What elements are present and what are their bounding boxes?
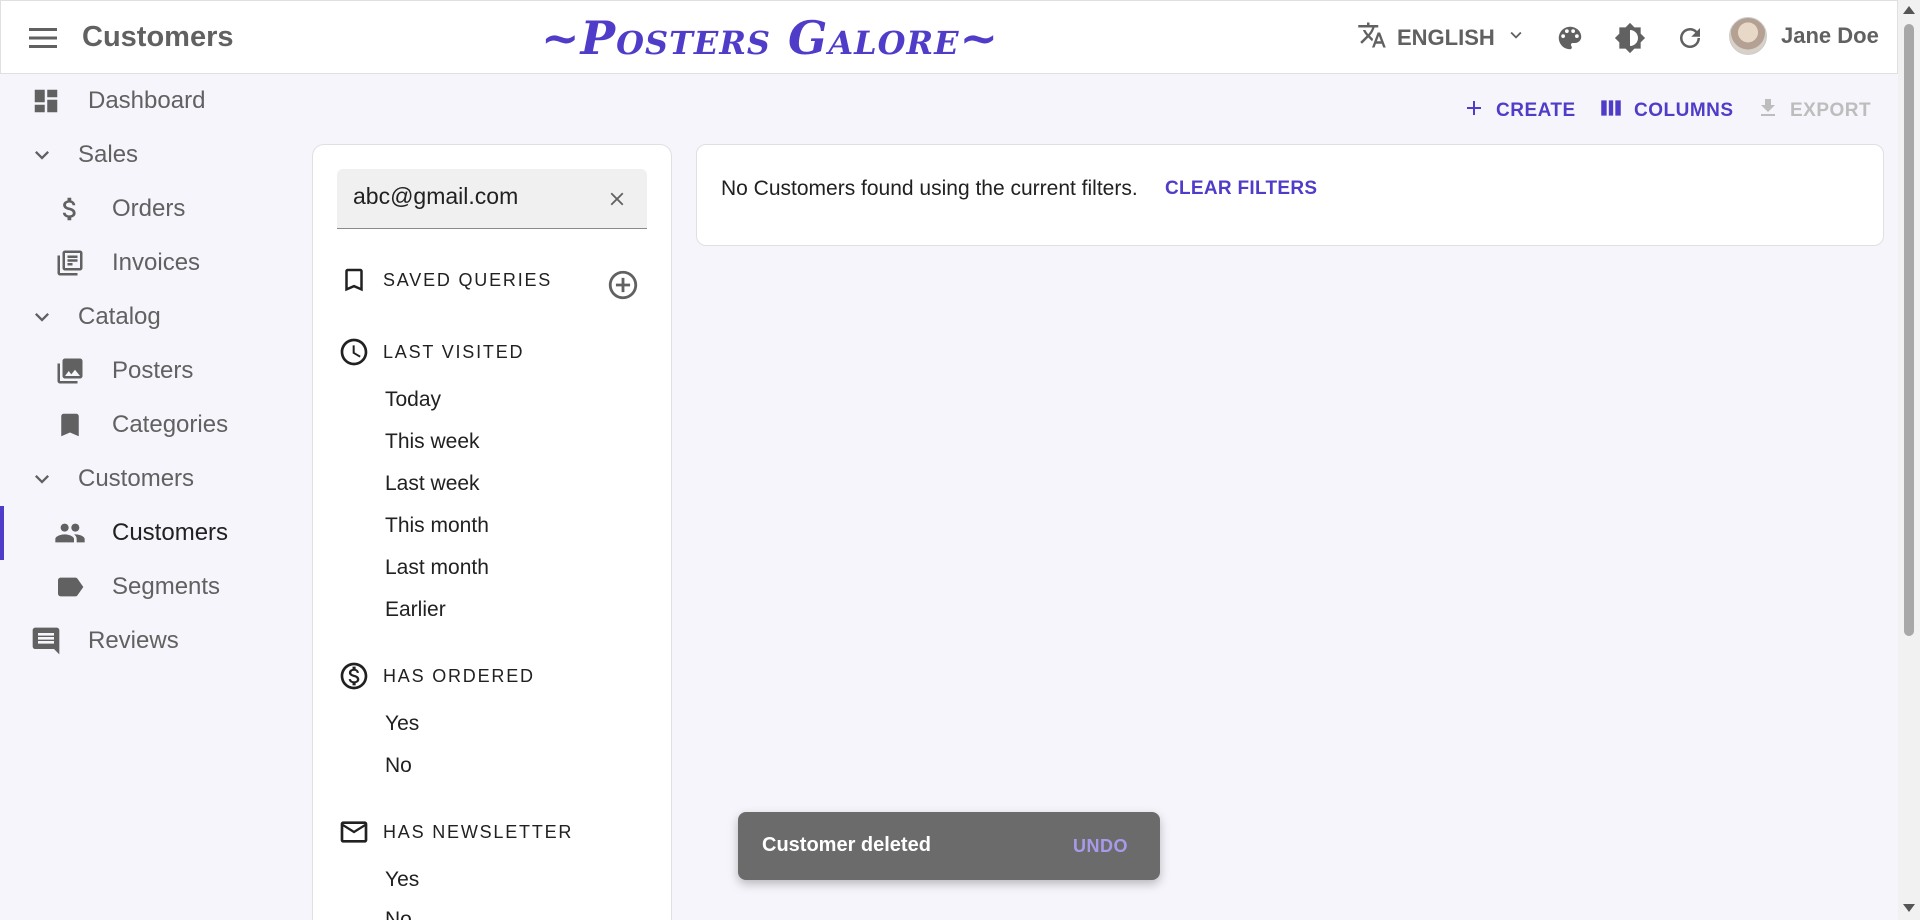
undo-button[interactable]: UNDO	[1073, 836, 1128, 857]
palette-icon[interactable]	[1551, 19, 1589, 57]
filter-option-last-month[interactable]: Last month	[385, 556, 489, 580]
sidebar-item-label: Reviews	[88, 627, 179, 654]
filter-option-newsletter-no[interactable]: No	[385, 908, 412, 920]
page-scrollbar[interactable]	[1898, 0, 1920, 920]
filter-option-ordered-yes[interactable]: Yes	[385, 712, 419, 736]
has-ordered-header: HAS ORDERED	[337, 659, 533, 693]
sidebar-item-categories[interactable]: Categories	[0, 398, 300, 452]
sidebar-item-customers[interactable]: Customers	[0, 506, 300, 560]
last-visited-header: LAST VISITED	[337, 335, 523, 369]
has-newsletter-label: HAS NEWSLETTER	[383, 821, 574, 842]
snackbar: Customer deleted UNDO	[738, 812, 1160, 880]
create-label: CREATE	[1496, 100, 1576, 121]
dashboard-icon	[30, 85, 62, 117]
scroll-up-icon[interactable]	[1903, 6, 1915, 14]
sidebar-item-label: Segments	[112, 573, 221, 600]
sidebar-item-label: Invoices	[112, 249, 201, 276]
sidebar-item-orders[interactable]: Orders	[0, 182, 300, 236]
avatar	[1729, 17, 1767, 55]
page-title: Customers	[82, 21, 234, 53]
sidebar-group-label: Catalog	[78, 303, 161, 330]
filter-option-today[interactable]: Today	[385, 388, 441, 412]
chevron-down-icon	[1505, 24, 1527, 52]
collections-icon	[54, 355, 86, 387]
app-bar: Customers ~Posters Galore~ ENGLISH Jane …	[0, 0, 1898, 74]
sidebar-item-dashboard[interactable]: Dashboard	[0, 74, 300, 128]
sidebar-item-label: Orders	[112, 195, 186, 222]
refresh-icon[interactable]	[1671, 19, 1709, 57]
dollar-icon	[54, 193, 86, 225]
scrollbar-thumb[interactable]	[1904, 24, 1914, 636]
has-newsletter-header: HAS NEWSLETTER	[337, 815, 571, 849]
filter-option-this-week[interactable]: This week	[385, 430, 480, 454]
snackbar-message: Customer deleted	[762, 834, 931, 856]
columns-label: COLUMNS	[1634, 100, 1734, 121]
people-icon	[54, 517, 86, 549]
sidebar-group-label: Customers	[78, 465, 195, 492]
mail-icon	[337, 815, 371, 849]
brand-logo: ~Posters Galore~	[541, 11, 1000, 65]
add-icon	[1462, 96, 1486, 126]
user-menu[interactable]: Jane Doe	[1729, 17, 1879, 55]
dollar-circle-icon	[337, 659, 371, 693]
has-ordered-label: HAS ORDERED	[383, 665, 535, 686]
clear-filters-button[interactable]: CLEAR FILTERS	[1165, 178, 1317, 200]
scroll-down-icon[interactable]	[1903, 904, 1915, 912]
filter-sidebar: SAVED QUERIES LAST VISITED Today This we…	[312, 144, 672, 920]
sidebar-item-label: Customers	[112, 519, 229, 546]
sidebar-group-label: Sales	[78, 141, 139, 168]
bookmark-outline-icon	[337, 263, 371, 297]
filter-option-newsletter-yes[interactable]: Yes	[385, 868, 419, 892]
saved-queries-header: SAVED QUERIES	[337, 263, 550, 297]
library-books-icon	[54, 247, 86, 279]
export-button[interactable]: EXPORT	[1756, 96, 1871, 126]
menu-icon[interactable]	[25, 20, 61, 56]
bookmark-icon	[54, 409, 86, 441]
sidebar-item-invoices[interactable]: Invoices	[0, 236, 300, 290]
chevron-down-icon	[26, 139, 58, 171]
filter-option-this-month[interactable]: This month	[385, 514, 489, 538]
label-icon	[54, 571, 86, 603]
empty-message: No Customers found using the current fil…	[721, 177, 1138, 200]
sidebar-item-label: Posters	[112, 357, 194, 384]
view-column-icon	[1598, 95, 1624, 127]
sidebar-item-reviews[interactable]: Reviews	[0, 614, 300, 668]
chevron-down-icon	[26, 301, 58, 333]
sidebar-group-customers[interactable]: Customers	[0, 452, 300, 506]
filter-option-last-week[interactable]: Last week	[385, 472, 480, 496]
sidebar-item-posters[interactable]: Posters	[0, 344, 300, 398]
sidebar-item-label: Dashboard	[88, 87, 206, 114]
columns-button[interactable]: COLUMNS	[1598, 96, 1734, 126]
language-selector[interactable]: ENGLISH	[1357, 19, 1527, 57]
translate-icon	[1357, 20, 1387, 56]
user-name: Jane Doe	[1781, 23, 1879, 48]
clear-icon[interactable]	[603, 185, 631, 213]
create-button[interactable]: CREATE	[1462, 96, 1576, 126]
filter-option-earlier[interactable]: Earlier	[385, 598, 446, 622]
add-circle-icon[interactable]	[605, 267, 641, 303]
chevron-down-icon	[26, 463, 58, 495]
language-label: ENGLISH	[1397, 25, 1495, 50]
saved-queries-label: SAVED QUERIES	[383, 269, 553, 290]
download-icon	[1756, 96, 1780, 126]
search-input-text[interactable]	[353, 183, 593, 210]
export-label: EXPORT	[1790, 100, 1872, 121]
theme-toggle-icon[interactable]	[1611, 19, 1649, 57]
filter-option-ordered-no[interactable]: No	[385, 754, 412, 778]
search-input[interactable]	[337, 169, 647, 229]
sidebar-item-segments[interactable]: Segments	[0, 560, 300, 614]
sidebar-group-catalog[interactable]: Catalog	[0, 290, 300, 344]
sidebar: Dashboard Sales Orders Invoices Catalog …	[0, 74, 300, 668]
sidebar-group-sales[interactable]: Sales	[0, 128, 300, 182]
sidebar-item-label: Categories	[112, 411, 229, 438]
last-visited-label: LAST VISITED	[383, 341, 525, 362]
clock-icon	[337, 335, 371, 369]
empty-results-card: No Customers found using the current fil…	[696, 144, 1884, 246]
comment-icon	[30, 625, 62, 657]
